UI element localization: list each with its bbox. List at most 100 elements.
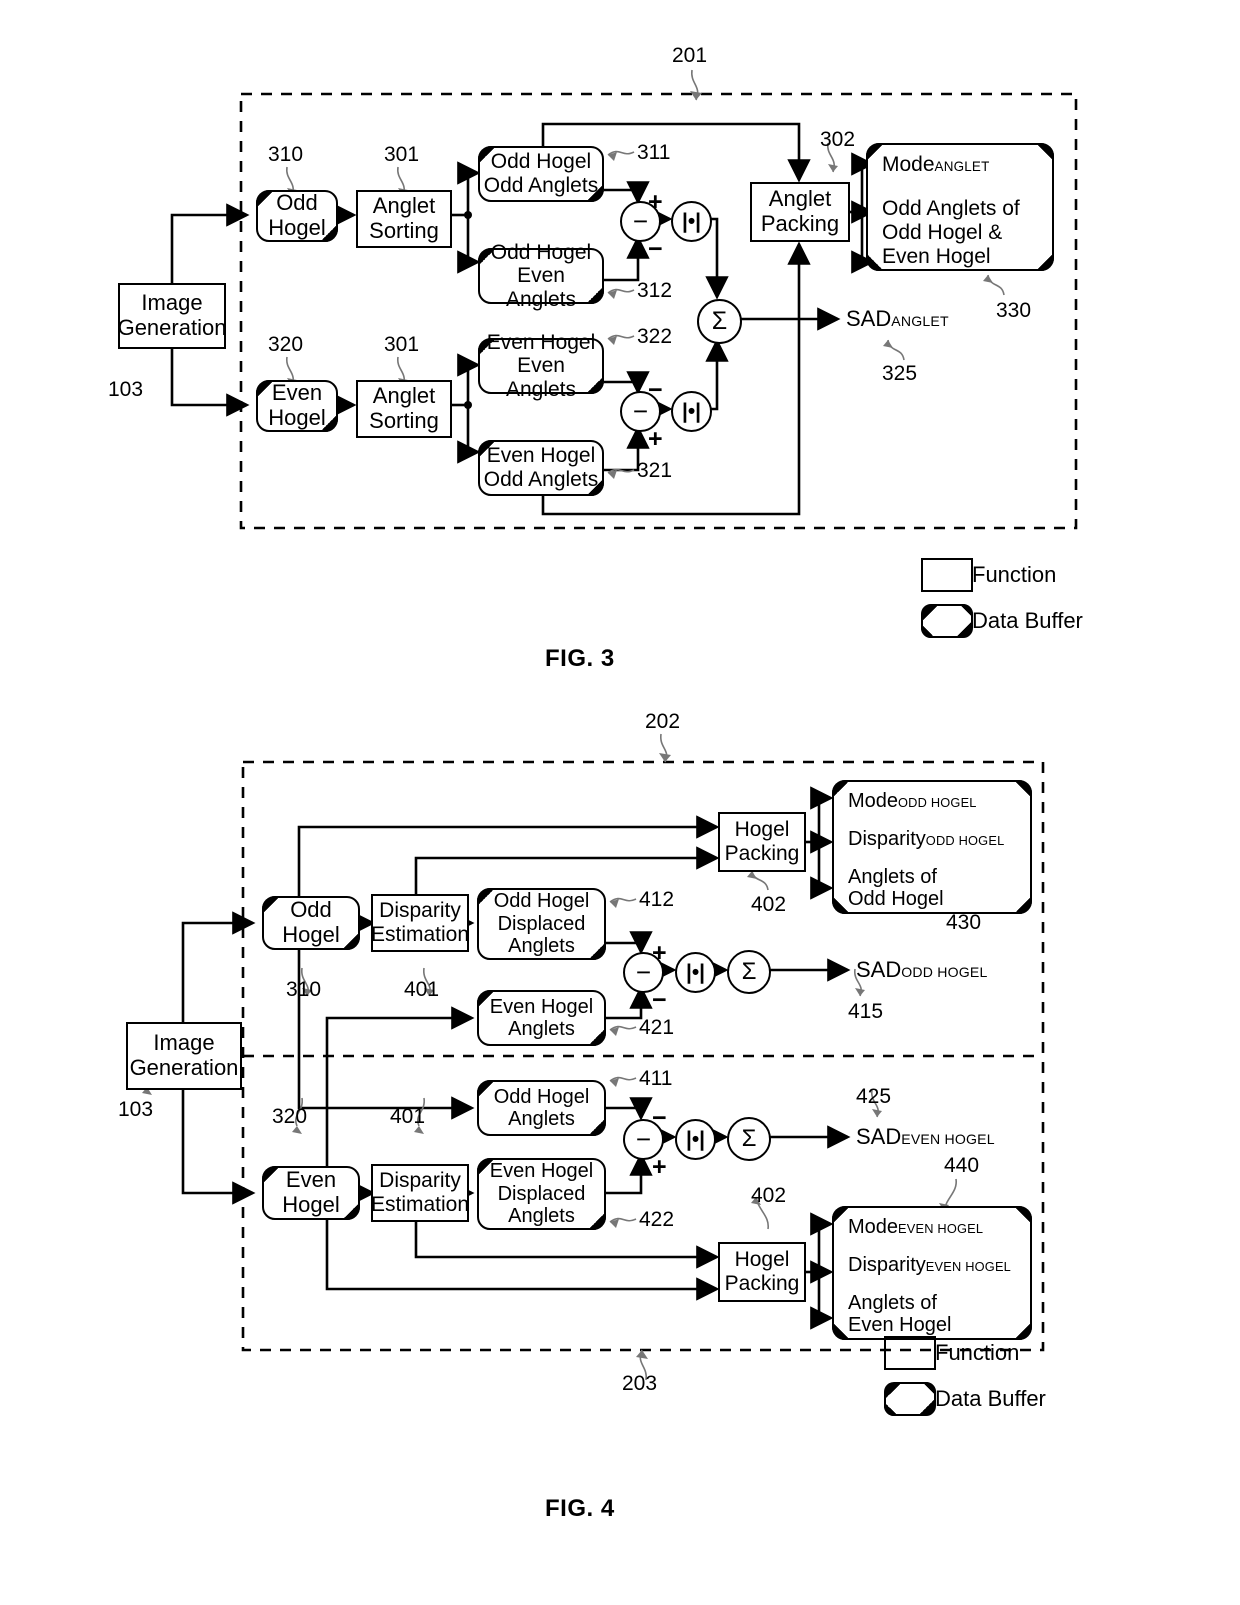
ref-422: 422 <box>639 1208 675 1231</box>
plus-sign-odd-fig4: + <box>652 939 667 967</box>
node-disparity-estimation-even[interactable]: Disparity Estimation <box>371 1164 469 1222</box>
ref-302: 302 <box>820 128 856 151</box>
ref-202: 202 <box>645 710 681 733</box>
disparity-odd-text: Disparity <box>848 828 926 850</box>
legend-function-label-fig3: Function <box>972 562 1057 587</box>
ref-440: 440 <box>944 1154 980 1177</box>
ref-301-odd: 301 <box>384 143 420 166</box>
ref-301-even: 301 <box>384 333 420 356</box>
ref-321: 321 <box>637 459 673 482</box>
node-mode-anglet-buffer[interactable]: ModeANGLET Odd Anglets of Odd Hogel & Ev… <box>866 143 1054 271</box>
node-odd-hogel[interactable]: Odd Hogel <box>256 190 338 242</box>
node-even-hogel-displaced-anglets[interactable]: Even Hogel Displaced Anglets <box>477 1158 606 1230</box>
mode-odd-text: Mode <box>848 790 899 812</box>
mode-text: Mode <box>882 153 935 176</box>
mode-even-text: Mode <box>848 1216 899 1238</box>
image-generation-block-fig4[interactable]: Image Generation <box>126 1022 242 1090</box>
sad-odd-text: SAD <box>856 957 902 982</box>
node-anglet-packing[interactable]: Anglet Packing <box>750 182 850 242</box>
minus-sign-even-fig4: − <box>652 1104 667 1132</box>
ref-325: 325 <box>882 362 918 385</box>
abs-operator-even: |•| <box>671 391 712 432</box>
sad-even-subscript: EVEN HOGEL <box>901 1131 995 1147</box>
ref-412: 412 <box>639 888 675 911</box>
anglets-line-1: Odd Anglets of <box>882 197 1020 220</box>
node-hogel-packing-odd[interactable]: Hogel Packing <box>718 812 806 872</box>
figure-3: Image Generation 103 201 Odd Hogel 310 A… <box>0 0 1240 700</box>
sad-even-hogel-output: SADEVEN HOGEL <box>856 1124 995 1150</box>
node-odd-hogel-displaced-anglets[interactable]: Odd Hogel Displaced Anglets <box>477 888 606 960</box>
sad-even-text: SAD <box>856 1124 902 1149</box>
figure-3-caption: FIG. 3 <box>545 645 615 672</box>
anglets-line-3: Even Hogel <box>882 245 991 268</box>
legend-buffer-label-fig3: Data Buffer <box>972 608 1083 633</box>
node-even-hogel[interactable]: Even Hogel <box>256 380 338 432</box>
ref-312: 312 <box>637 279 673 302</box>
ref-401-even: 401 <box>390 1105 426 1128</box>
node-odd-hogel-even-anglets[interactable]: Odd Hogel Even Anglets <box>478 241 604 311</box>
ref-411: 411 <box>639 1067 673 1090</box>
node-even-hogel-output-buffer[interactable]: ModeEVEN HOGEL DisparityEVEN HOGEL Angle… <box>832 1206 1032 1340</box>
legend-buffer-swatch-fig4 <box>884 1382 936 1416</box>
sum-operator: Σ <box>697 299 742 344</box>
sum-operator-even-fig4: Σ <box>727 1117 771 1161</box>
figure-3-lines <box>130 69 1078 530</box>
legend-function-swatch-fig3 <box>921 558 973 592</box>
ref-103: 103 <box>108 378 144 401</box>
ref-430: 430 <box>946 911 982 934</box>
anglets-even-line-2: Even Hogel <box>848 1314 952 1336</box>
mode-anglet-line: ModeANGLET <box>882 153 1052 177</box>
ref-203: 203 <box>622 1372 658 1395</box>
disparity-even-line: DisparityEVEN HOGEL <box>848 1254 1030 1276</box>
node-even-hogel-even-anglets[interactable]: Even Hogel Even Anglets <box>478 331 604 401</box>
abs-operator-odd: |•| <box>671 201 712 242</box>
mode-even-line: ModeEVEN HOGEL <box>848 1216 1030 1238</box>
plus-sign-even-fig4: + <box>652 1153 667 1181</box>
node-disparity-estimation-odd[interactable]: Disparity Estimation <box>371 894 469 952</box>
node-even-hogel-fig4[interactable]: Even Hogel <box>262 1166 360 1220</box>
ref-402-odd: 402 <box>751 893 787 916</box>
sad-odd-hogel-output: SADODD HOGEL <box>856 957 988 983</box>
mode-subscript: ANGLET <box>934 159 990 174</box>
disparity-odd-line: DisparityODD HOGEL <box>848 828 1030 850</box>
ref-402-even: 402 <box>751 1184 787 1207</box>
node-odd-hogel-output-buffer[interactable]: ModeODD HOGEL DisparityODD HOGEL Anglets… <box>832 780 1032 914</box>
node-odd-hogel-anglets[interactable]: Odd Hogel Anglets <box>477 1080 606 1136</box>
node-even-hogel-odd-anglets[interactable]: Even Hogel Odd Anglets <box>478 440 604 496</box>
minus-sign-odd: − <box>648 235 663 263</box>
ref-320-fig4: 320 <box>272 1105 308 1128</box>
legend-buffer-label-fig4: Data Buffer <box>935 1386 1046 1411</box>
ref-415: 415 <box>848 1000 884 1023</box>
anglets-even-line-1: Anglets of <box>848 1292 937 1314</box>
figure-4-lines <box>141 733 1045 1381</box>
sad-subscript: ANGLET <box>891 313 949 329</box>
abs-operator-odd-fig4: |•| <box>675 952 716 993</box>
node-hogel-packing-even[interactable]: Hogel Packing <box>718 1242 806 1302</box>
minus-sign-even: − <box>648 376 663 404</box>
node-odd-hogel-fig4[interactable]: Odd Hogel <box>262 896 360 950</box>
node-odd-hogel-odd-anglets[interactable]: Odd Hogel Odd Anglets <box>478 146 604 202</box>
ref-322: 322 <box>637 325 673 348</box>
ref-425: 425 <box>856 1085 892 1108</box>
anglets-odd-line-1: Anglets of <box>848 866 937 888</box>
disparity-even-subscript: EVEN HOGEL <box>925 1259 1012 1274</box>
node-anglet-sorting-even[interactable]: Anglet Sorting <box>356 380 452 438</box>
legend-function-swatch-fig4b <box>884 1336 936 1370</box>
plus-sign-even: + <box>648 425 663 453</box>
sad-odd-subscript: ODD HOGEL <box>901 964 988 980</box>
image-generation-block[interactable]: Image Generation <box>118 283 226 349</box>
ref-310-fig4: 310 <box>286 978 322 1001</box>
mode-odd-subscript: ODD HOGEL <box>898 795 977 810</box>
plus-sign-odd: + <box>648 188 663 216</box>
ref-320: 320 <box>268 333 304 356</box>
minus-sign-odd-fig4: − <box>652 986 667 1014</box>
figure-4: 202 203 Image Generation 103 Odd Hogel 3… <box>0 700 1240 1605</box>
ref-103-fig4: 103 <box>118 1098 154 1121</box>
node-even-hogel-anglets[interactable]: Even Hogel Anglets <box>477 990 606 1046</box>
anglets-line-2: Odd Hogel & <box>882 221 1003 244</box>
abs-operator-even-fig4: |•| <box>675 1119 716 1160</box>
figure-4-caption: FIG. 4 <box>545 1495 615 1522</box>
anglets-odd-line-2: Odd Hogel <box>848 888 944 910</box>
node-anglet-sorting-odd[interactable]: Anglet Sorting <box>356 190 452 248</box>
legend-buffer-swatch-fig3 <box>921 604 973 638</box>
